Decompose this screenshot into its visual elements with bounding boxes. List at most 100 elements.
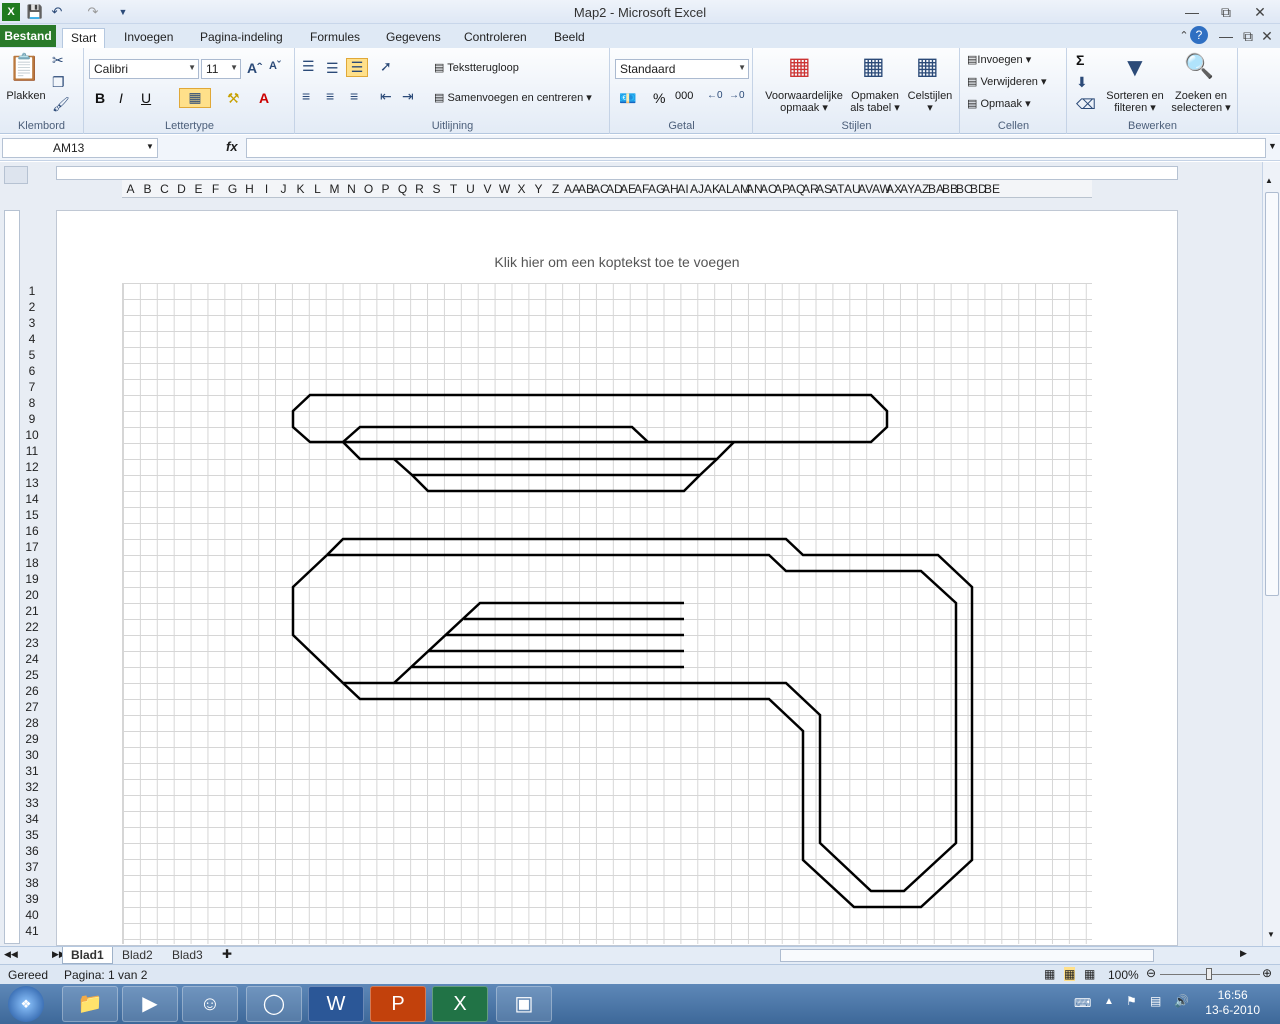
row-header[interactable]: 26 xyxy=(22,683,42,699)
minimize-button[interactable]: — xyxy=(1178,2,1206,22)
column-header[interactable]: J xyxy=(275,180,292,197)
cut-icon[interactable]: ✂ xyxy=(52,52,64,69)
row-header[interactable]: 10 xyxy=(22,427,42,443)
borders-icon[interactable]: ▦ xyxy=(179,88,211,108)
column-header[interactable]: AR xyxy=(802,180,819,197)
autosum-icon[interactable]: Σ xyxy=(1076,52,1084,68)
sheet-tab-blad1[interactable]: Blad1 xyxy=(62,947,113,964)
row-header[interactable]: 1 xyxy=(22,283,42,299)
currency-icon[interactable]: 💶 xyxy=(619,90,636,107)
merge-center-button[interactable]: ▤ Samenvoegen en centreren ▾ xyxy=(434,92,592,104)
volume-icon[interactable]: 🔊 xyxy=(1174,994,1189,1008)
page-layout-view-icon[interactable]: ▦ xyxy=(1064,967,1076,981)
column-header[interactable]: A xyxy=(122,180,139,197)
column-header[interactable]: H xyxy=(241,180,258,197)
column-header[interactable]: BE xyxy=(984,180,1000,197)
insert-cells-button[interactable]: ▤Invoegen ▾ xyxy=(967,54,1031,66)
sort-filter-button[interactable]: Sorteren en filteren ▾ xyxy=(1104,90,1166,114)
row-header[interactable]: 5 xyxy=(22,347,42,363)
column-header[interactable]: AU xyxy=(844,180,861,197)
thousands-button[interactable]: 000 xyxy=(675,90,693,102)
cell-grid[interactable] xyxy=(122,283,1092,944)
column-header[interactable]: AK xyxy=(704,180,720,197)
page-break-view-icon[interactable]: ▦ xyxy=(1084,967,1095,981)
row-header[interactable]: 7 xyxy=(22,379,42,395)
column-header[interactable]: Q xyxy=(394,180,411,197)
row-header[interactable]: 37 xyxy=(22,859,42,875)
row-header[interactable]: 27 xyxy=(22,699,42,715)
row-header[interactable]: 2 xyxy=(22,299,42,315)
column-header[interactable]: L xyxy=(309,180,326,197)
show-hidden-icons-icon[interactable]: ▲ xyxy=(1104,996,1114,1007)
column-header[interactable]: E xyxy=(190,180,207,197)
column-header[interactable]: Y xyxy=(530,180,547,197)
scroll-down-icon[interactable]: ▼ xyxy=(1267,930,1275,939)
explorer-icon[interactable]: 📁 xyxy=(62,986,118,1022)
find-select-button[interactable]: Zoeken en selecteren ▾ xyxy=(1168,90,1234,114)
powerpoint-icon[interactable]: P xyxy=(370,986,426,1022)
column-header[interactable]: AG xyxy=(648,180,665,197)
conditional-format-button[interactable]: Voorwaardelijke opmaak ▾ xyxy=(758,90,850,114)
wrap-text-button[interactable]: ▤ Tekstterugloop xyxy=(434,62,519,74)
horizontal-scroll-thumb[interactable] xyxy=(780,949,1154,962)
column-header[interactable]: P xyxy=(377,180,394,197)
row-header[interactable]: 38 xyxy=(22,875,42,891)
row-header[interactable]: 15 xyxy=(22,507,42,523)
column-header[interactable]: AJ xyxy=(690,180,704,197)
align-center-icon[interactable]: ≡ xyxy=(326,88,334,104)
column-header[interactable]: W xyxy=(496,180,513,197)
row-header[interactable]: 18 xyxy=(22,555,42,571)
fill-color-icon[interactable]: ⚒ xyxy=(227,90,240,107)
row-header[interactable]: 33 xyxy=(22,795,42,811)
zoom-level[interactable]: 100% xyxy=(1108,968,1139,982)
bold-button[interactable]: B xyxy=(95,90,105,106)
chevron-down-icon[interactable]: ▼ xyxy=(146,142,154,151)
column-header[interactable]: AD xyxy=(606,180,623,197)
column-header[interactable]: U xyxy=(462,180,479,197)
row-header[interactable]: 17 xyxy=(22,539,42,555)
row-header[interactable]: 39 xyxy=(22,891,42,907)
column-header[interactable]: R xyxy=(411,180,428,197)
zoom-slider-thumb[interactable] xyxy=(1206,968,1212,980)
keyboard-icon[interactable]: ⌨ xyxy=(1074,996,1091,1010)
tab-formules[interactable]: Formules xyxy=(302,28,368,48)
row-header[interactable]: 13 xyxy=(22,475,42,491)
percent-button[interactable]: % xyxy=(653,90,665,106)
column-header[interactable]: AX xyxy=(886,180,902,197)
grow-font-icon[interactable]: Aˆ xyxy=(247,60,262,76)
first-sheet-icon[interactable]: ◀◀ xyxy=(4,949,18,960)
conditional-format-icon[interactable]: ▦ xyxy=(788,52,811,81)
cell-styles-icon[interactable]: ▦ xyxy=(916,52,939,81)
column-header[interactable]: F xyxy=(207,180,224,197)
media-player-icon[interactable]: ▶ xyxy=(122,986,178,1022)
font-color-icon[interactable]: A xyxy=(259,90,269,106)
column-header[interactable]: AP xyxy=(774,180,790,197)
start-button[interactable]: ❖ xyxy=(8,986,44,1022)
normal-view-icon[interactable]: ▦ xyxy=(1044,967,1055,981)
clear-icon[interactable]: ⌫ xyxy=(1076,96,1096,113)
photo-viewer-icon[interactable]: ▣ xyxy=(496,986,552,1022)
name-box[interactable]: AM13 xyxy=(2,138,158,158)
shrink-font-icon[interactable]: Aˇ xyxy=(269,60,281,72)
column-header[interactable]: AT xyxy=(830,180,844,197)
tab-controleren[interactable]: Controleren xyxy=(456,28,535,48)
insert-function-button[interactable]: fx xyxy=(226,139,238,154)
tab-start[interactable]: Start xyxy=(62,28,106,48)
format-as-table-icon[interactable]: ▦ xyxy=(862,52,885,81)
italic-button[interactable]: I xyxy=(119,90,123,106)
scroll-right-icon[interactable]: ▶ xyxy=(1240,948,1247,959)
font-name-combo[interactable]: Calibri ▼ xyxy=(89,59,199,79)
row-header[interactable]: 31 xyxy=(22,763,42,779)
expand-formula-bar-icon[interactable]: ▼ xyxy=(1268,141,1277,151)
row-header[interactable]: 21 xyxy=(22,603,42,619)
delete-cells-button[interactable]: ▤ Verwijderen ▾ xyxy=(967,76,1047,88)
row-header[interactable]: 4 xyxy=(22,331,42,347)
column-header[interactable]: M xyxy=(326,180,343,197)
paste-button[interactable]: Plakken xyxy=(4,90,48,102)
orientation-icon[interactable]: ➚ xyxy=(380,58,392,75)
column-header[interactable]: AC xyxy=(592,180,609,197)
row-header[interactable]: 8 xyxy=(22,395,42,411)
column-header[interactable]: AL xyxy=(718,180,733,197)
row-header[interactable]: 34 xyxy=(22,811,42,827)
column-header[interactable]: AQ xyxy=(788,180,805,197)
